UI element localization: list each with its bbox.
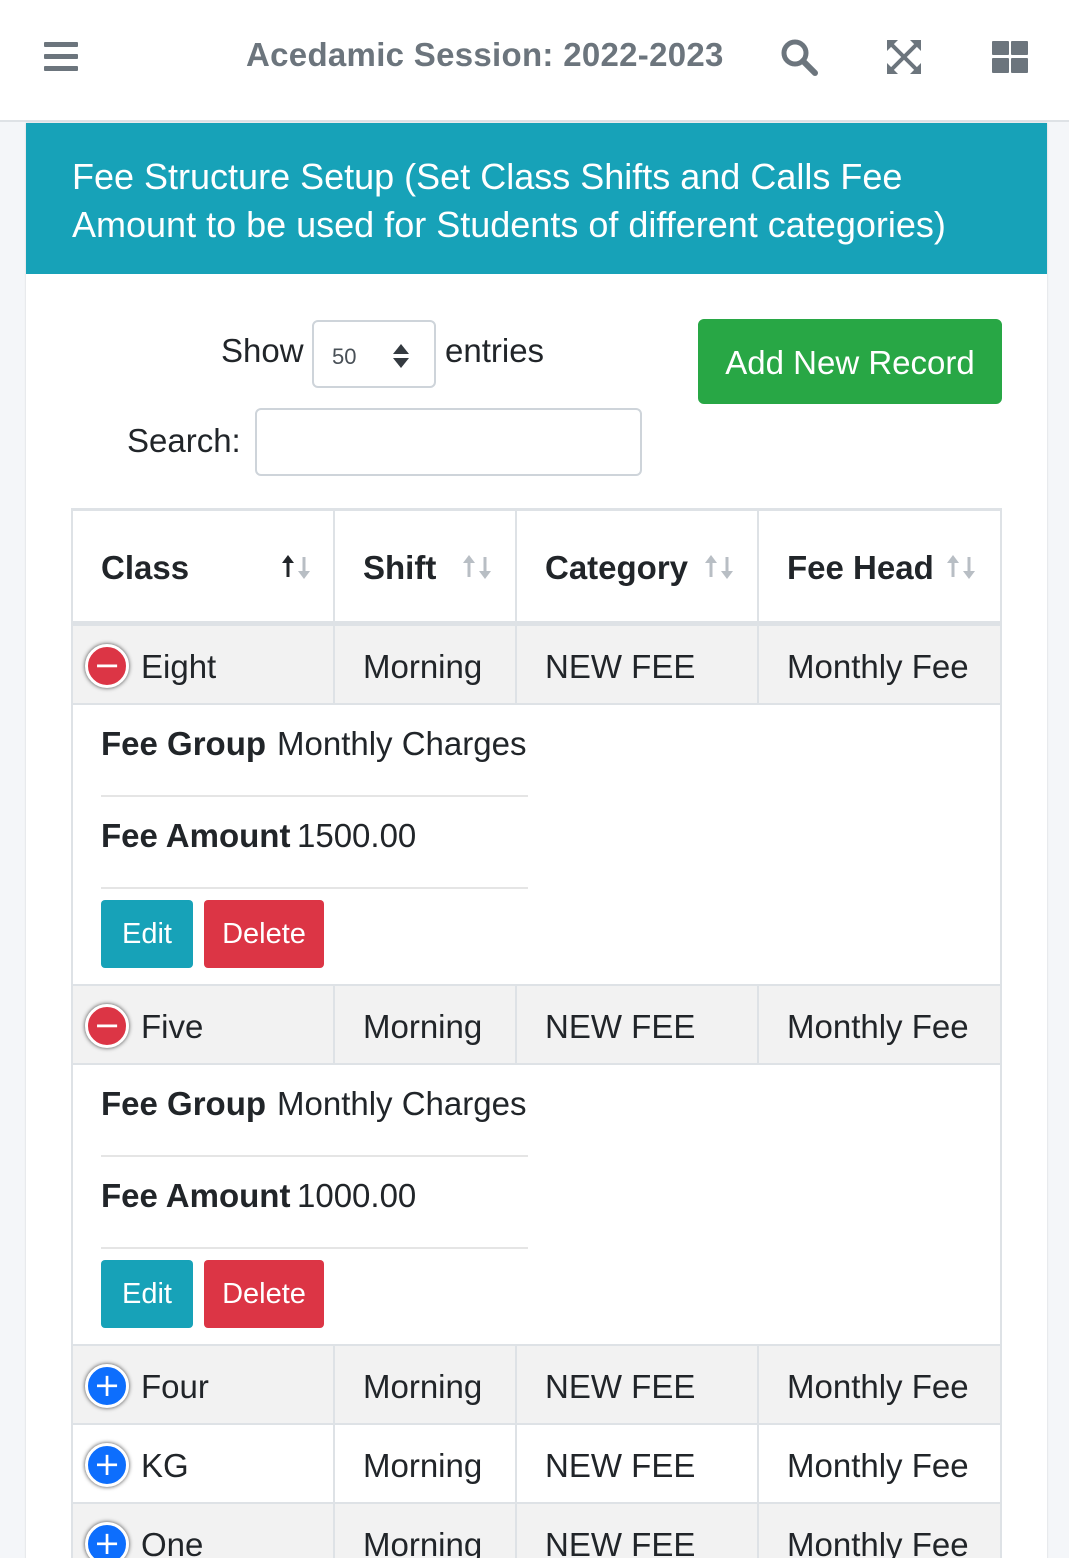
- academic-session-title: Acedamic Session: 2022-2023: [246, 36, 724, 73]
- search-icon[interactable]: [778, 36, 820, 78]
- table-row[interactable]: − Five Morning NEW FEE Monthly Fee: [73, 986, 1000, 1065]
- class-value: Eight: [141, 648, 217, 685]
- collapse-row-icon[interactable]: −: [85, 1004, 129, 1048]
- category-cell: NEW FEE: [517, 986, 759, 1063]
- class-value: Four: [141, 1368, 209, 1405]
- sort-ascending-icon: [282, 555, 310, 579]
- menu-icon[interactable]: [44, 42, 78, 72]
- fee-head-cell: Monthly Fee: [787, 1526, 969, 1558]
- fee-amount-value: 1000.00: [297, 1177, 417, 1214]
- apps-grid-icon[interactable]: [989, 36, 1031, 78]
- expand-row-icon[interactable]: +: [85, 1443, 129, 1487]
- sort-icon: [705, 555, 733, 579]
- row-detail: Fee Group Monthly Charges Fee Amount 150…: [73, 705, 1000, 986]
- expand-row-icon[interactable]: +: [85, 1522, 129, 1558]
- fee-head-cell: Monthly Fee: [787, 648, 969, 685]
- class-cell: − Eight: [73, 626, 335, 703]
- table-row[interactable]: + One Morning NEW FEE Monthly Fee: [73, 1504, 1000, 1558]
- search-label: Search:: [127, 422, 241, 459]
- table-row[interactable]: − Eight Morning NEW FEE Monthly Fee: [73, 626, 1000, 705]
- column-header-fee-head[interactable]: Fee Head: [759, 511, 1000, 621]
- class-value: Five: [141, 1008, 204, 1045]
- collapse-row-icon[interactable]: −: [85, 644, 129, 688]
- fee-amount-item: Fee Amount 1500.00: [101, 797, 528, 889]
- fee-group-label: Fee Group: [101, 1085, 267, 1122]
- table-header-row: Class Shift Category Fee Head: [73, 511, 1000, 626]
- fee-head-cell: Monthly Fee: [787, 1008, 969, 1045]
- expand-row-icon[interactable]: +: [85, 1364, 129, 1408]
- fee-group-item: Fee Group Monthly Charges: [101, 705, 528, 797]
- shift-cell: Morning: [335, 1504, 517, 1558]
- select-arrows-icon: [393, 344, 409, 368]
- category-cell: NEW FEE: [517, 1504, 759, 1558]
- card-title: Fee Structure Setup (Set Class Shifts an…: [26, 123, 1047, 274]
- shift-cell: Morning: [335, 1425, 517, 1502]
- shift-cell: Morning: [335, 1346, 517, 1423]
- page-size-select[interactable]: 50: [312, 320, 436, 388]
- edit-button[interactable]: Edit: [101, 1260, 193, 1328]
- table-row[interactable]: + KG Morning NEW FEE Monthly Fee: [73, 1425, 1000, 1504]
- add-new-record-button[interactable]: Add New Record: [698, 319, 1002, 404]
- class-cell: + KG: [73, 1425, 335, 1502]
- fee-group-item: Fee Group Monthly Charges: [101, 1065, 528, 1157]
- page-size-value: 50: [332, 344, 357, 369]
- category-cell: NEW FEE: [517, 1346, 759, 1423]
- edit-button[interactable]: Edit: [101, 900, 193, 968]
- sort-icon: [463, 555, 491, 579]
- fee-amount-item: Fee Amount 1000.00: [101, 1157, 528, 1249]
- category-cell: NEW FEE: [517, 1425, 759, 1502]
- table-row[interactable]: + Four Morning NEW FEE Monthly Fee: [73, 1346, 1000, 1425]
- fee-group-value: Monthly Charges: [277, 725, 527, 762]
- shift-cell: Morning: [335, 986, 517, 1063]
- column-header-category[interactable]: Category: [517, 511, 759, 621]
- category-cell: NEW FEE: [517, 626, 759, 703]
- fee-amount-value: 1500.00: [297, 817, 417, 854]
- search-input[interactable]: [255, 408, 642, 476]
- class-cell: + Four: [73, 1346, 335, 1423]
- column-header-class[interactable]: Class: [73, 511, 335, 621]
- class-cell: − Five: [73, 986, 335, 1063]
- sort-icon: [947, 555, 975, 579]
- class-value: One: [141, 1526, 204, 1558]
- fee-amount-label: Fee Amount: [101, 817, 291, 854]
- fullscreen-icon[interactable]: [883, 36, 925, 78]
- row-detail: Fee Group Monthly Charges Fee Amount 100…: [73, 1065, 1000, 1346]
- entries-label: entries: [445, 332, 545, 369]
- fee-head-cell: Monthly Fee: [787, 1447, 969, 1484]
- delete-button[interactable]: Delete: [204, 900, 324, 968]
- show-label: Show: [221, 332, 304, 369]
- fee-group-label: Fee Group: [101, 725, 267, 762]
- class-cell: + One: [73, 1504, 335, 1558]
- fee-structure-table: Class Shift Category Fee Head − Eight Mo…: [71, 508, 1002, 1558]
- delete-button[interactable]: Delete: [204, 1260, 324, 1328]
- fee-amount-label: Fee Amount: [101, 1177, 291, 1214]
- fee-group-value: Monthly Charges: [277, 1085, 527, 1122]
- shift-cell: Morning: [335, 626, 517, 703]
- class-value: KG: [141, 1447, 189, 1484]
- fee-head-cell: Monthly Fee: [787, 1368, 969, 1405]
- column-header-shift[interactable]: Shift: [335, 511, 517, 621]
- top-navbar: Acedamic Session: 2022-2023: [0, 0, 1069, 122]
